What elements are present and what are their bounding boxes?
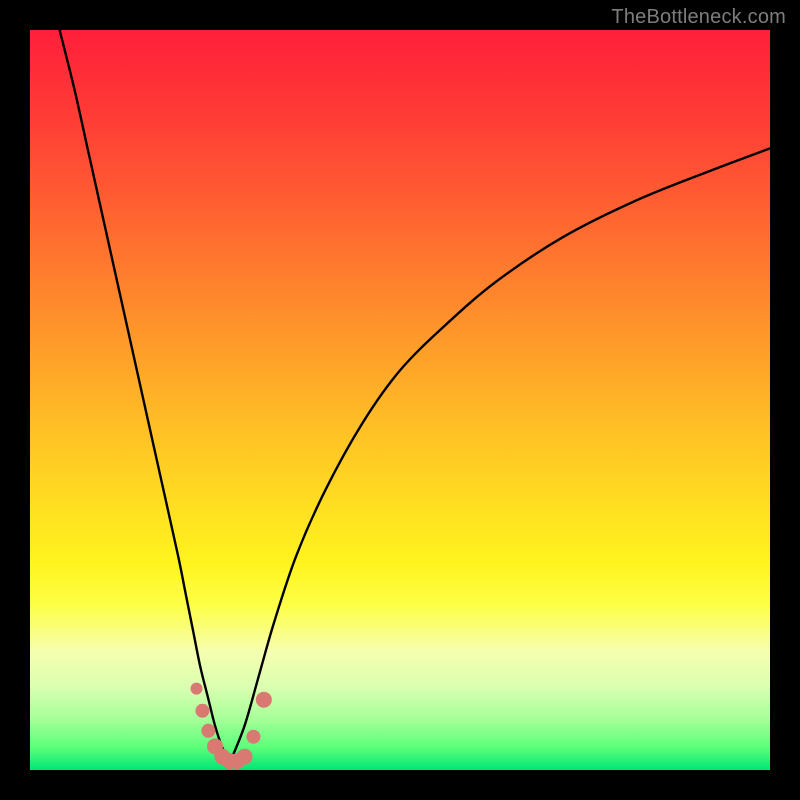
valley-marker xyxy=(201,724,215,738)
valley-marker xyxy=(246,730,260,744)
watermark-text: TheBottleneck.com xyxy=(611,6,786,29)
valley-marker xyxy=(237,749,253,765)
plot-area xyxy=(30,30,770,770)
bottleneck-curves xyxy=(30,30,770,770)
curve-right-branch xyxy=(230,148,770,762)
valley-marker xyxy=(195,704,209,718)
outer-frame: TheBottleneck.com xyxy=(0,0,800,800)
valley-marker xyxy=(256,692,272,708)
curve-left-branch xyxy=(60,30,230,763)
valley-marker xyxy=(191,683,203,695)
